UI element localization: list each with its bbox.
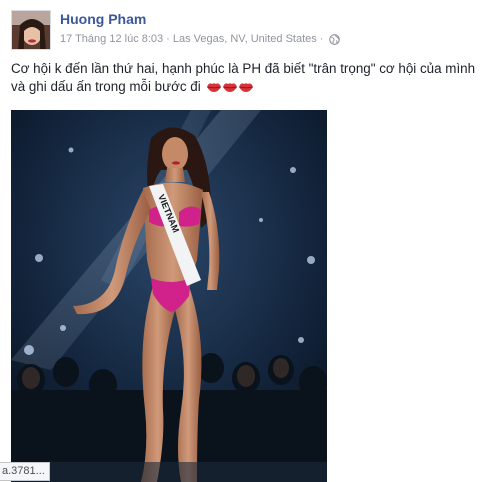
feed-post: Huong Pham 17 Tháng 12 lúc 8:03 · Las Ve… — [0, 0, 488, 482]
kiss-lips-icon — [206, 80, 222, 92]
post-photo[interactable]: VIETNAM — [11, 110, 327, 482]
author-name-link[interactable]: Huong Pham — [60, 11, 146, 27]
post-message: Cơ hội k đến lần thứ hai, hạnh phúc là P… — [11, 60, 481, 96]
post-timestamp-link[interactable]: 17 Tháng 12 lúc 8:03 — [60, 33, 163, 45]
meta-separator: · — [166, 33, 170, 45]
author-avatar[interactable] — [11, 10, 51, 50]
kiss-lips-icon — [238, 80, 254, 92]
post-meta: 17 Tháng 12 lúc 8:03 · Las Vegas, NV, Un… — [60, 33, 341, 45]
status-url-tooltip: a.3781... — [0, 462, 50, 481]
post-location-link[interactable]: Las Vegas, NV, United States — [173, 33, 317, 45]
kiss-lips-icon — [222, 80, 238, 92]
globe-icon[interactable] — [329, 33, 341, 45]
avatar-image — [12, 11, 50, 49]
meta-separator: · — [319, 33, 324, 45]
emoji-group — [206, 80, 254, 92]
